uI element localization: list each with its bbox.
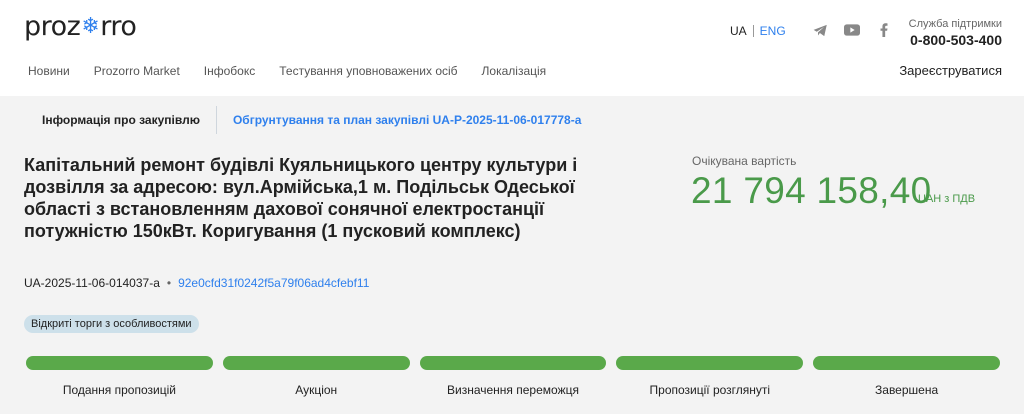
progress-bar (813, 356, 1000, 370)
nav-item-localization[interactable]: Локалізація (482, 64, 547, 78)
expected-value: 21 794 158,40 (691, 170, 932, 211)
telegram-icon[interactable] (812, 22, 828, 38)
lang-divider (752, 25, 754, 37)
progress-bar (419, 356, 607, 370)
tab-info[interactable]: Інформація про закупівлю (26, 106, 216, 134)
tender-progress: Подання пропозицій Аукціон Визначення пе… (26, 356, 1000, 397)
support-label: Служба підтримки (908, 18, 1002, 30)
support-phone[interactable]: 0-800-503-400 (909, 31, 1002, 49)
progress-step: Аукціон (222, 356, 410, 397)
main-nav: Новини Prozorro Market Інфобокс Тестуван… (28, 64, 570, 78)
logo-text-right: rro (100, 11, 137, 42)
tender-hash-link[interactable]: 92e0cfd31f0242f5a79f06ad4cfebf11 (178, 276, 369, 290)
language-switcher: UA ENG (730, 24, 786, 38)
nav-item-news[interactable]: Новини (28, 64, 70, 78)
expected-value-unit: UAH з ПДВ (918, 193, 976, 205)
register-link[interactable]: Зареєструватися (899, 63, 1002, 78)
progress-step-label: Подання пропозицій (62, 383, 176, 397)
support-block: Служба підтримки 0-800-503-400 (909, 17, 1002, 49)
nav-item-infobox[interactable]: Інфобокс (204, 64, 255, 78)
progress-step-label: Завершена (875, 383, 939, 397)
lang-eng[interactable]: ENG (760, 24, 786, 38)
logo-text-left: proz (24, 11, 81, 42)
progress-bar (222, 356, 410, 370)
tender-tabs: Інформація про закупівлю Обгрунтування т… (26, 106, 597, 134)
nav-item-testing[interactable]: Тестування уповноважених осіб (279, 64, 457, 78)
tender-id: UA-2025-11-06-014037-a (24, 276, 160, 290)
youtube-icon[interactable] (844, 22, 860, 38)
lang-ua[interactable]: UA (730, 24, 747, 38)
tender-id-line: UA-2025-11-06-014037-a • 92e0cfd31f0242f… (24, 276, 369, 290)
progress-step: Подання пропозицій (26, 356, 213, 397)
facebook-icon[interactable] (876, 22, 892, 38)
id-separator: • (166, 276, 172, 290)
progress-step: Пропозиції розглянуті (616, 356, 804, 397)
snowflake-icon: ❄ (81, 14, 100, 39)
tender-page: Інформація про закупівлю Обгрунтування т… (0, 96, 1024, 414)
site-header: proz ❄ rro UA ENG Служба підтримки 0-800-5… (0, 0, 1024, 96)
nav-item-market[interactable]: Prozorro Market (94, 64, 180, 78)
progress-step-label: Пропозиції розглянуті (649, 383, 771, 397)
expected-value-label: Очікувана вартість (692, 154, 797, 168)
progress-step-label: Визначення переможця (447, 383, 579, 397)
progress-bar (26, 356, 213, 370)
prozorro-logo[interactable]: proz ❄ rro (24, 11, 137, 42)
progress-bar (616, 356, 804, 370)
tab-plan[interactable]: Обгрунтування та план закупівлі UA-P-202… (217, 106, 597, 134)
progress-step: Завершена (813, 356, 1000, 397)
tender-title: Капітальний ремонт будівлі Куяльницького… (24, 155, 578, 241)
social-links (812, 22, 892, 38)
progress-step-label: Аукціон (295, 383, 338, 397)
procedure-badge: Відкриті торги з особливостями (24, 315, 199, 333)
progress-step: Визначення переможця (419, 356, 607, 397)
